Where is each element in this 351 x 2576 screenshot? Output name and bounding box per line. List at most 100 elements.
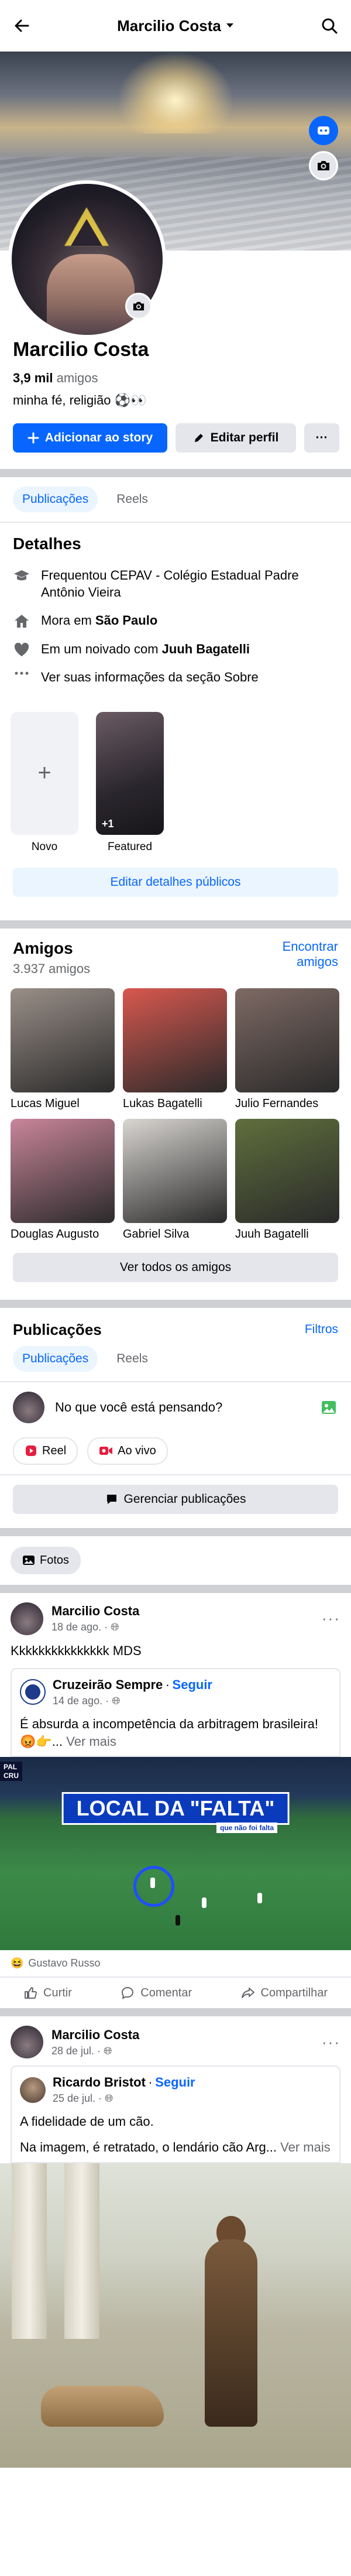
camera-icon — [132, 300, 146, 312]
live-chip[interactable]: Ao vivo — [87, 1437, 168, 1465]
post-author[interactable]: Marcilio Costa — [51, 1604, 139, 1619]
search-icon[interactable] — [321, 17, 338, 35]
top-bar: Marcilio Costa — [0, 0, 351, 52]
shared-date: 14 de ago. · 🌐︎ — [53, 1694, 121, 1707]
friend-photo — [123, 1118, 227, 1223]
post-card: Marcilio Costa 18 de ago. · 🌐︎ ··· Kkkkk… — [0, 1593, 351, 2008]
thumbs-up-icon — [23, 1986, 37, 2000]
shared-text: É absurda a incompetência da arbitragem … — [20, 1715, 331, 1750]
post-date: 18 de ago. · 🌐︎ — [51, 1621, 119, 1633]
section-divider — [0, 920, 351, 929]
friend-name: Lukas Bagatelli — [123, 1097, 202, 1110]
shared-post[interactable]: Cruzeirão Sempre · Seguir 14 de ago. · 🌐… — [11, 1667, 340, 1758]
friend-card[interactable]: Douglas Augusto — [11, 1118, 115, 1241]
shared-text-body: É absurda a incompetência da arbitragem … — [20, 1716, 318, 1749]
friend-photo — [235, 988, 339, 1092]
add-story-button[interactable]: Adicionar ao story — [13, 423, 167, 453]
friends-title: Amigos — [13, 938, 73, 957]
avatar[interactable] — [11, 2026, 43, 2059]
see-all-friends-button[interactable]: Ver todos os amigos — [13, 1252, 338, 1282]
tab-reels[interactable]: Reels — [107, 487, 157, 512]
detail-location-city[interactable]: São Paulo — [95, 613, 157, 628]
section-divider — [0, 1299, 351, 1308]
detail-relationship-partner[interactable]: Juuh Bagatelli — [162, 642, 250, 656]
plus-icon: + — [37, 760, 51, 786]
reel-chip[interactable]: Reel — [13, 1437, 78, 1465]
friend-card[interactable]: Julio Fernandes — [235, 988, 339, 1111]
share-button[interactable]: Compartilhar — [241, 1986, 328, 2000]
friend-card[interactable]: Gabriel Silva — [123, 1118, 227, 1241]
shared-post[interactable]: Ricardo Bristot · Seguir 25 de jul. · 🌐︎… — [11, 2065, 340, 2163]
avatar-camera-button[interactable] — [125, 293, 152, 320]
edit-profile-button[interactable]: Editar perfil — [176, 423, 296, 453]
friend-photo — [235, 1118, 339, 1223]
edit-profile-label: Editar perfil — [210, 431, 279, 444]
cover-avatar-button[interactable] — [309, 116, 338, 145]
comment-button[interactable]: Comentar — [121, 1986, 192, 2000]
follow-button[interactable]: Seguir — [173, 1677, 212, 1692]
avatar-badge-icon — [316, 123, 331, 138]
shared-date-text: 14 de ago. — [53, 1694, 103, 1707]
comment-label: Comentar — [140, 1986, 192, 1999]
shared-author[interactable]: Cruzeirão Sempre — [53, 1677, 163, 1692]
filters-link[interactable]: Filtros — [305, 1323, 338, 1337]
pencil-icon — [193, 432, 205, 444]
friends-grid: Lucas Miguel Lukas Bagatelli Julio Fernand… — [0, 977, 351, 1241]
back-arrow-icon[interactable] — [13, 17, 30, 35]
friends-count[interactable]: 3,9 mil amigos — [13, 371, 338, 386]
reactions-row[interactable]: 😆 Gustavo Russo — [0, 1950, 351, 1976]
see-more-link[interactable]: Ver mais — [66, 1734, 116, 1749]
match-image[interactable]: PAL CRU LOCAL DA "FALTA" que não foi falt… — [0, 1757, 351, 1951]
friend-card[interactable]: Lukas Bagatelli — [123, 988, 227, 1111]
post-card: Marcilio Costa 28 de jul. · 🌐︎ ··· Ricar… — [0, 2016, 351, 2468]
scoreboard: PAL CRU — [0, 1762, 22, 1782]
friend-name: Juuh Bagatelli — [235, 1227, 309, 1241]
featured-new-label: Novo — [31, 840, 58, 853]
friend-card[interactable]: Lucas Miguel — [11, 988, 115, 1111]
shared-date-text: 25 de jul. — [53, 2092, 96, 2105]
post-composer[interactable]: No que você está pensando? — [0, 1382, 351, 1433]
post-author[interactable]: Marcilio Costa — [51, 2027, 139, 2043]
detail-see-about[interactable]: Ver suas informações da seção Sobre — [0, 663, 351, 692]
detail-relationship-prefix: Em um noivado com — [41, 641, 162, 656]
avatar — [13, 1391, 44, 1423]
posts-tab-posts[interactable]: Publicações — [13, 1345, 98, 1372]
section-divider — [0, 2008, 351, 2017]
share-label: Compartilhar — [260, 1986, 328, 1999]
tab-posts[interactable]: Publicações — [13, 487, 98, 512]
like-button[interactable]: Curtir — [23, 1986, 72, 2000]
more-options-button[interactable]: ··· — [304, 423, 339, 453]
manage-posts-button[interactable]: Gerenciar publicações — [13, 1484, 338, 1514]
edit-public-details-button[interactable]: Editar detalhes públicos — [13, 867, 338, 897]
featured-new[interactable]: + Novo — [11, 711, 78, 854]
score-team-b: CRU — [4, 1771, 19, 1780]
follow-button[interactable]: Seguir — [155, 2075, 195, 2089]
profile-bio: minha fé, religião ⚽️👀 — [13, 393, 147, 407]
see-more-link[interactable]: Ver mais — [280, 2140, 331, 2154]
friend-photo — [123, 988, 227, 1092]
heart-icon — [13, 642, 30, 657]
find-friends-link[interactable]: Encontrar amigos — [274, 939, 338, 970]
photos-icon — [22, 1554, 35, 1566]
haha-emoji-icon: 😆 — [11, 1957, 24, 1969]
featured-item-label: Featured — [107, 840, 153, 853]
post-more-button[interactable]: ··· — [322, 1609, 340, 1628]
cover-camera-button[interactable] — [309, 151, 338, 180]
friend-card[interactable]: Juuh Bagatelli — [235, 1118, 339, 1241]
topbar-title: Marcilio Costa — [117, 16, 221, 35]
avatar[interactable] — [11, 1602, 43, 1635]
posts-tab-reels[interactable]: Reels — [107, 1346, 157, 1372]
post-more-button[interactable]: ··· — [322, 2033, 340, 2051]
shared-author[interactable]: Ricardo Bristot — [53, 2075, 146, 2089]
shared-text-body: Na imagem, é retratado, o lendário cão A… — [20, 2140, 277, 2155]
photos-chip[interactable]: Fotos — [11, 1546, 81, 1574]
add-story-label: Adicionar ao story — [44, 431, 153, 444]
friends-total: 3.937 amigos — [13, 961, 91, 976]
featured-item[interactable]: +1 Featured — [96, 711, 164, 854]
painting-image[interactable] — [0, 2163, 351, 2468]
globe-icon: 🌐︎ — [104, 2044, 112, 2057]
photo-icon[interactable] — [321, 1399, 338, 1416]
friends-count-number: 3,9 mil — [13, 371, 53, 385]
profile-switcher[interactable]: Marcilio Costa — [117, 17, 234, 35]
profile-name: Marcilio Costa — [13, 338, 149, 361]
